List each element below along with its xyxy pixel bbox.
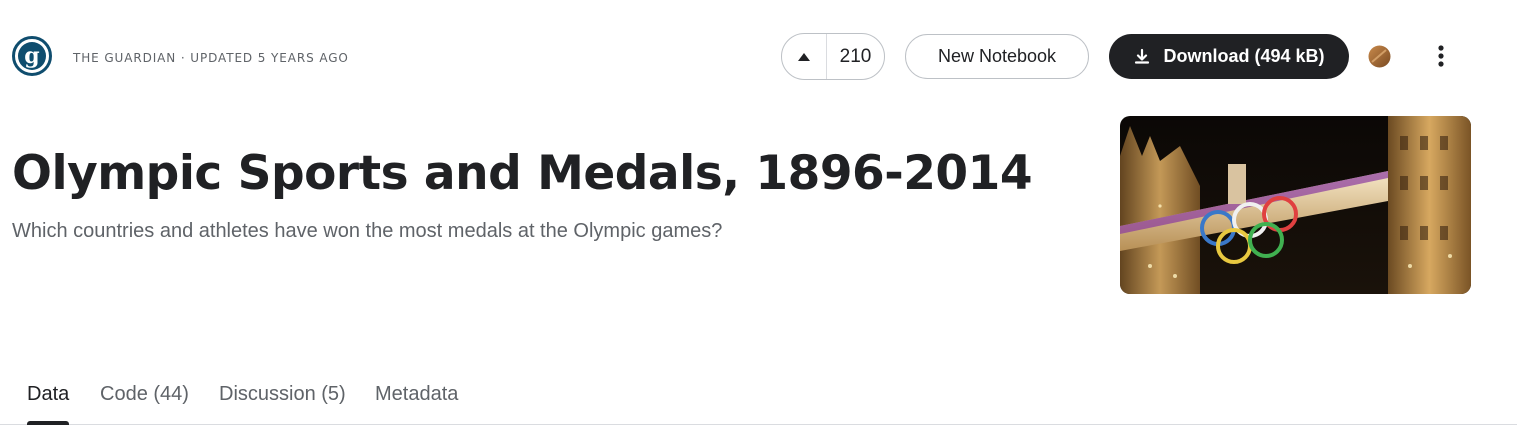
dataset-cover-image [1120,116,1471,294]
more-vertical-icon[interactable] [1429,42,1453,70]
vote-count: 210 [839,45,872,67]
caret-up-icon [798,52,810,61]
user-avatar-icon[interactable] [1368,45,1391,68]
dataset-title: Olympic Sports and Medals, 1896-2014 [12,146,1033,201]
upvote-control[interactable]: 210 [781,33,885,80]
new-notebook-button[interactable]: New Notebook [905,34,1089,79]
dataset-subtitle: Which countries and athletes have won th… [12,220,723,242]
tab-discussion[interactable]: Discussion (5) [219,383,346,406]
dataset-tabs: Data Code (44) Discussion (5) Metadata [0,370,1517,425]
download-button[interactable]: Download (494 kB) [1109,34,1349,79]
guardian-logo-icon[interactable]: g [12,36,52,76]
dataset-owner-updated: THE GUARDIAN · UPDATED 5 YEARS AGO [73,51,349,65]
download-icon [1135,48,1150,64]
upvote-button[interactable] [782,34,827,79]
active-tab-indicator [27,421,69,425]
tab-metadata[interactable]: Metadata [375,383,458,406]
download-label: Download (494 kB) [1163,46,1325,66]
tab-code[interactable]: Code (44) [100,383,189,406]
tab-data[interactable]: Data [27,383,69,406]
svg-text:g: g [24,43,39,69]
